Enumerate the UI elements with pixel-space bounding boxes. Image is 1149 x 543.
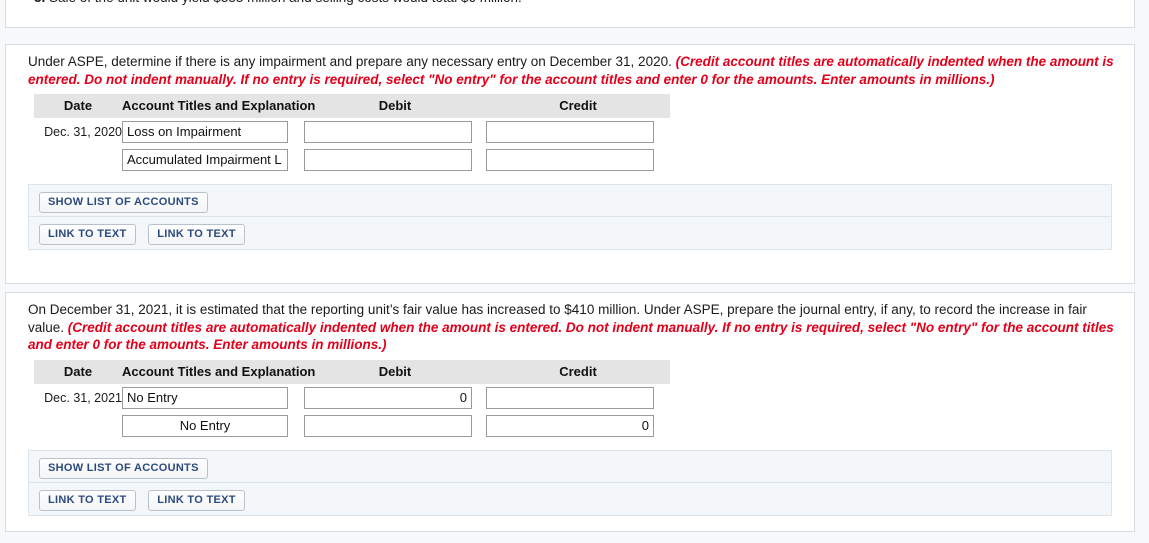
- journal-table-1-header-row: Date Account Titles and Explanation Debi…: [34, 94, 670, 118]
- journal-entry-table-2: Date Account Titles and Explanation Debi…: [34, 359, 670, 440]
- account-title-input[interactable]: Loss on Impairment: [122, 121, 288, 143]
- journal-table-2-header-row: Date Account Titles and Explanation Debi…: [34, 359, 670, 384]
- row-date: [34, 412, 122, 440]
- question-2-prompt: On December 31, 2021, it is estimated th…: [20, 301, 1120, 354]
- header-date: Date: [34, 359, 122, 384]
- account-title-input[interactable]: No Entry: [122, 414, 288, 437]
- header-debit: Debit: [304, 359, 486, 384]
- row-account-cell: No Entry: [122, 412, 304, 440]
- row-debit-cell: 0: [304, 384, 486, 412]
- link-to-text-bar-1: LINK TO TEXT LINK TO TEXT: [28, 217, 1112, 250]
- row-credit-cell: [486, 118, 670, 146]
- fact-item-number: 3.: [34, 0, 45, 5]
- question-2-panel: On December 31, 2021, it is estimated th…: [5, 292, 1135, 532]
- credit-amount-input[interactable]: [486, 386, 654, 409]
- row-debit-cell: [304, 118, 486, 146]
- link-to-text-button-1[interactable]: LINK TO TEXT: [39, 489, 136, 511]
- journal-table-2-body: Dec. 31, 2021 No Entry 0 No Entry 0: [34, 384, 670, 440]
- question-1-panel: Under ASPE, determine if there is any im…: [5, 44, 1135, 284]
- credit-amount-input[interactable]: [486, 149, 654, 171]
- row-date: Dec. 31, 2021: [44, 390, 122, 405]
- fact-item-text: Sale of the unit would yield $353 millio…: [49, 0, 522, 5]
- table-row: Dec. 31, 2021 No Entry 0: [34, 384, 670, 412]
- account-title-input[interactable]: Accumulated Impairment L: [122, 149, 288, 171]
- link-to-text-bar-2: LINK TO TEXT LINK TO TEXT: [28, 482, 1112, 516]
- row-debit-cell: [304, 146, 486, 174]
- row-account-cell: Accumulated Impairment L: [122, 146, 304, 174]
- question-1-prompt-text: Under ASPE, determine if there is any im…: [28, 54, 672, 69]
- show-accounts-bar-2: SHOW LIST OF ACCOUNTS: [28, 449, 1112, 483]
- row-date: [34, 146, 122, 174]
- debit-amount-input[interactable]: [304, 149, 472, 171]
- question-1-body: Under ASPE, determine if there is any im…: [6, 45, 1134, 250]
- row-date: Dec. 31, 2020: [44, 125, 122, 139]
- row-debit-cell: [304, 412, 486, 440]
- header-debit: Debit: [304, 94, 486, 118]
- journal-table-2-head: Date Account Titles and Explanation Debi…: [34, 359, 670, 384]
- account-title-input[interactable]: No Entry: [122, 386, 288, 409]
- debit-amount-input[interactable]: 0: [304, 386, 472, 409]
- header-account: Account Titles and Explanation: [122, 359, 315, 384]
- header-credit: Credit: [486, 94, 670, 118]
- header-date: Date: [34, 94, 122, 118]
- show-list-of-accounts-button[interactable]: SHOW LIST OF ACCOUNTS: [39, 192, 208, 213]
- row-account-cell: Loss on Impairment: [122, 118, 304, 146]
- debit-amount-input[interactable]: [304, 414, 472, 437]
- link-to-text-button-2[interactable]: LINK TO TEXT: [148, 224, 245, 245]
- credit-amount-input[interactable]: [486, 121, 654, 143]
- row-credit-cell: [486, 384, 670, 412]
- row-account-cell: No Entry: [122, 384, 304, 412]
- facts-panel: 3. Sale of the unit would yield $353 mil…: [5, 0, 1135, 28]
- exercise-page: 3. Sale of the unit would yield $353 mil…: [0, 0, 1149, 543]
- show-list-of-accounts-button[interactable]: SHOW LIST OF ACCOUNTS: [39, 457, 208, 479]
- question-1-prompt: Under ASPE, determine if there is any im…: [20, 53, 1120, 88]
- facts-body: 3. Sale of the unit would yield $353 mil…: [6, 0, 1134, 6]
- debit-amount-input[interactable]: [304, 121, 472, 143]
- question-2-body: On December 31, 2021, it is estimated th…: [6, 293, 1134, 516]
- journal-entry-table-1: Date Account Titles and Explanation Debi…: [34, 94, 670, 174]
- link-to-text-button-2[interactable]: LINK TO TEXT: [148, 489, 245, 511]
- link-to-text-button-1[interactable]: LINK TO TEXT: [39, 224, 136, 245]
- show-accounts-bar-1: SHOW LIST OF ACCOUNTS: [28, 184, 1112, 217]
- row-credit-cell: [486, 146, 670, 174]
- credit-amount-input[interactable]: 0: [486, 414, 654, 437]
- table-row: No Entry 0: [34, 412, 670, 440]
- fact-item-3: 3. Sale of the unit would yield $353 mil…: [20, 0, 1120, 6]
- header-account: Account Titles and Explanation: [122, 94, 315, 118]
- question-2-hint: (Credit account titles are automatically…: [28, 319, 1114, 353]
- row-credit-cell: 0: [486, 412, 670, 440]
- table-row: Accumulated Impairment L: [34, 146, 670, 174]
- journal-table-1-body: Dec. 31, 2020 Loss on Impairment Accumul…: [34, 118, 670, 174]
- journal-table-1-head: Date Account Titles and Explanation Debi…: [34, 94, 670, 118]
- header-credit: Credit: [486, 359, 670, 384]
- table-row: Dec. 31, 2020 Loss on Impairment: [34, 118, 670, 146]
